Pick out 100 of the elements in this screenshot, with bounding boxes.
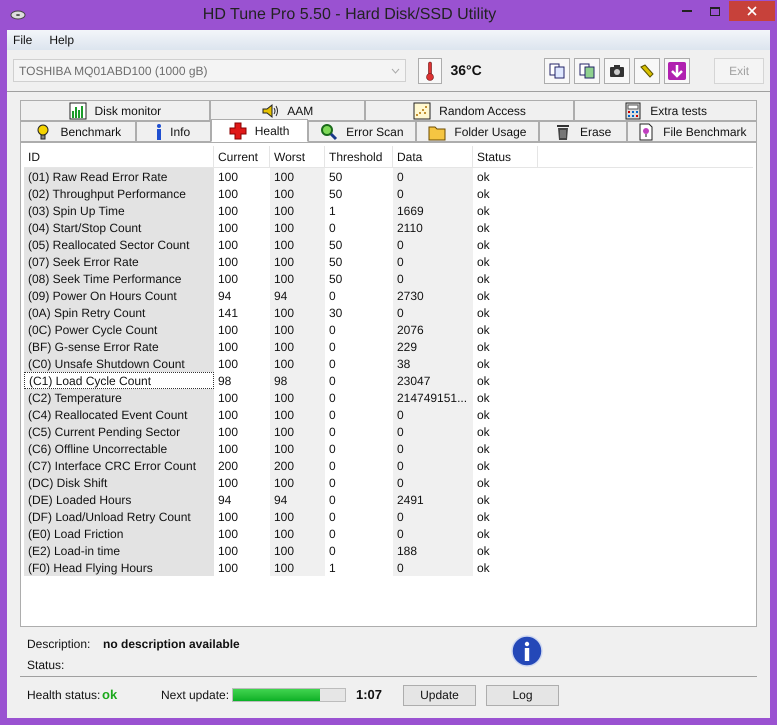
table-cell: 2491 [393, 491, 473, 508]
tab[interactable]: Erase [538, 121, 627, 142]
calculator-icon [624, 102, 642, 120]
table-cell: (07) Seek Error Rate [24, 253, 214, 270]
description-label: Description: [27, 636, 92, 653]
wrench-icon [639, 62, 656, 78]
table-cell: 100 [270, 440, 325, 457]
thermometer-icon [426, 60, 434, 80]
copy-image-icon [579, 62, 596, 78]
column-header[interactable]: Threshold [325, 146, 393, 167]
tab[interactable]: AAM [210, 100, 365, 121]
tab[interactable]: Health [210, 119, 308, 142]
table-cell: (C4) Reallocated Event Count [24, 406, 214, 423]
table-cell: 214749151... [393, 389, 473, 406]
table-cell: (DE) Loaded Hours [24, 491, 214, 508]
table-cell: (03) Spin Up Time [24, 202, 214, 219]
tab[interactable]: Disk monitor [20, 100, 210, 121]
menu-item[interactable]: Help [49, 31, 74, 49]
table-cell: 2076 [393, 321, 473, 338]
table-cell: 100 [270, 236, 325, 253]
search-icon [320, 122, 338, 140]
table-cell: 100 [270, 202, 325, 219]
table-cell: 188 [393, 542, 473, 559]
table-cell: 100 [270, 508, 325, 525]
table-cell: (09) Power On Hours Count [24, 287, 214, 304]
table-cell: (02) Throughput Performance [24, 185, 214, 202]
table-cell: 100 [270, 253, 325, 270]
table-cell: 1669 [393, 202, 473, 219]
table-cell: 0 [393, 559, 473, 576]
table-cell: (01) Raw Read Error Rate [24, 168, 214, 185]
toolbar-button[interactable] [634, 58, 660, 84]
tab[interactable]: Info [136, 121, 211, 142]
table-cell: (0A) Spin Retry Count [24, 304, 214, 321]
tab[interactable]: Random Access [364, 100, 574, 121]
toolbar-button[interactable] [604, 58, 630, 84]
info-icon [511, 635, 543, 667]
table-cell: 0 [393, 474, 473, 491]
toolbar-button[interactable] [544, 58, 570, 84]
table-cell: 100 [270, 406, 325, 423]
table-cell: (C0) Unsafe Shutdown Count [24, 355, 214, 372]
countdown-time: 1:07 [356, 686, 384, 704]
table-cell: (C6) Offline Uncorrectable [24, 440, 214, 457]
table-cell: 0 [393, 253, 473, 270]
update-button[interactable]: Update [403, 684, 476, 706]
table-cell: (BF) G-sense Error Rate [24, 338, 214, 355]
column-header[interactable]: Status [473, 146, 538, 167]
scatter-plot-icon [413, 102, 432, 120]
table-cell: 100 [270, 474, 325, 491]
tab[interactable]: Folder Usage [416, 121, 539, 142]
toolbar-button[interactable] [574, 58, 600, 84]
column-header[interactable]: Data [393, 146, 473, 167]
table-cell: (E0) Load Friction [24, 525, 214, 542]
column-header[interactable]: ID [24, 146, 214, 167]
table-cell: 2730 [393, 287, 473, 304]
table-cell: 100 [270, 304, 325, 321]
table-cell: 100 [270, 559, 325, 576]
save-button[interactable] [664, 58, 690, 84]
drive-dropdown[interactable]: TOSHIBA MQ01ABD100 (1000 gB) [13, 59, 406, 82]
table-cell: 0 [393, 457, 473, 474]
temperature-reading: 36°C [450, 61, 483, 80]
log-button[interactable]: Log [486, 684, 559, 706]
table-cell: 100 [270, 542, 325, 559]
tab[interactable]: Benchmark [20, 121, 136, 142]
table-cell: 0 [393, 423, 473, 440]
tab[interactable]: File Benchmark [626, 121, 758, 142]
table-cell: (F0) Head Flying Hours [24, 559, 214, 576]
close-icon [747, 6, 757, 16]
table-cell: (08) Seek Time Performance [24, 270, 214, 287]
bar-chart-icon [68, 102, 86, 120]
table-cell: 0 [393, 185, 473, 202]
table-cell: (0C) Power Cycle Count [24, 321, 214, 338]
window-title: HD Tune Pro 5.50 - Hard Disk/SSD Utility [202, 5, 498, 25]
column-header[interactable]: Current [214, 146, 270, 167]
menu-item[interactable]: File [13, 31, 32, 49]
camera-icon [609, 64, 626, 78]
table-cell: (04) Start/Stop Count [24, 219, 214, 236]
table-cell: 100 [270, 168, 325, 185]
table-cell: (05) Reallocated Sector Count [24, 236, 214, 253]
table-cell: 94 [270, 491, 325, 508]
table-cell: (C1) Load Cycle Count [24, 372, 214, 389]
table-cell: (C5) Current Pending Sector [24, 423, 214, 440]
speaker-icon [261, 102, 280, 120]
column-header[interactable]: Worst [270, 146, 325, 167]
table-cell: 229 [393, 338, 473, 355]
table-cell: 0 [393, 525, 473, 542]
table-cell: 100 [270, 389, 325, 406]
tab[interactable]: Extra tests [574, 100, 757, 121]
table-cell: 200 [270, 457, 325, 474]
table-cell: 100 [270, 270, 325, 287]
table-cell: 100 [270, 423, 325, 440]
minimize-icon [682, 10, 692, 12]
table-cell: (DC) Disk Shift [24, 474, 214, 491]
thermometer-button[interactable] [418, 58, 442, 84]
table-cell: 38 [393, 355, 473, 372]
table-cell: 100 [270, 185, 325, 202]
tab[interactable]: Error Scan [308, 121, 416, 142]
health-status-label: Health status: [27, 687, 102, 704]
status-label: Status: [27, 657, 66, 674]
close-button[interactable] [729, 1, 775, 21]
table-cell: 100 [270, 219, 325, 236]
